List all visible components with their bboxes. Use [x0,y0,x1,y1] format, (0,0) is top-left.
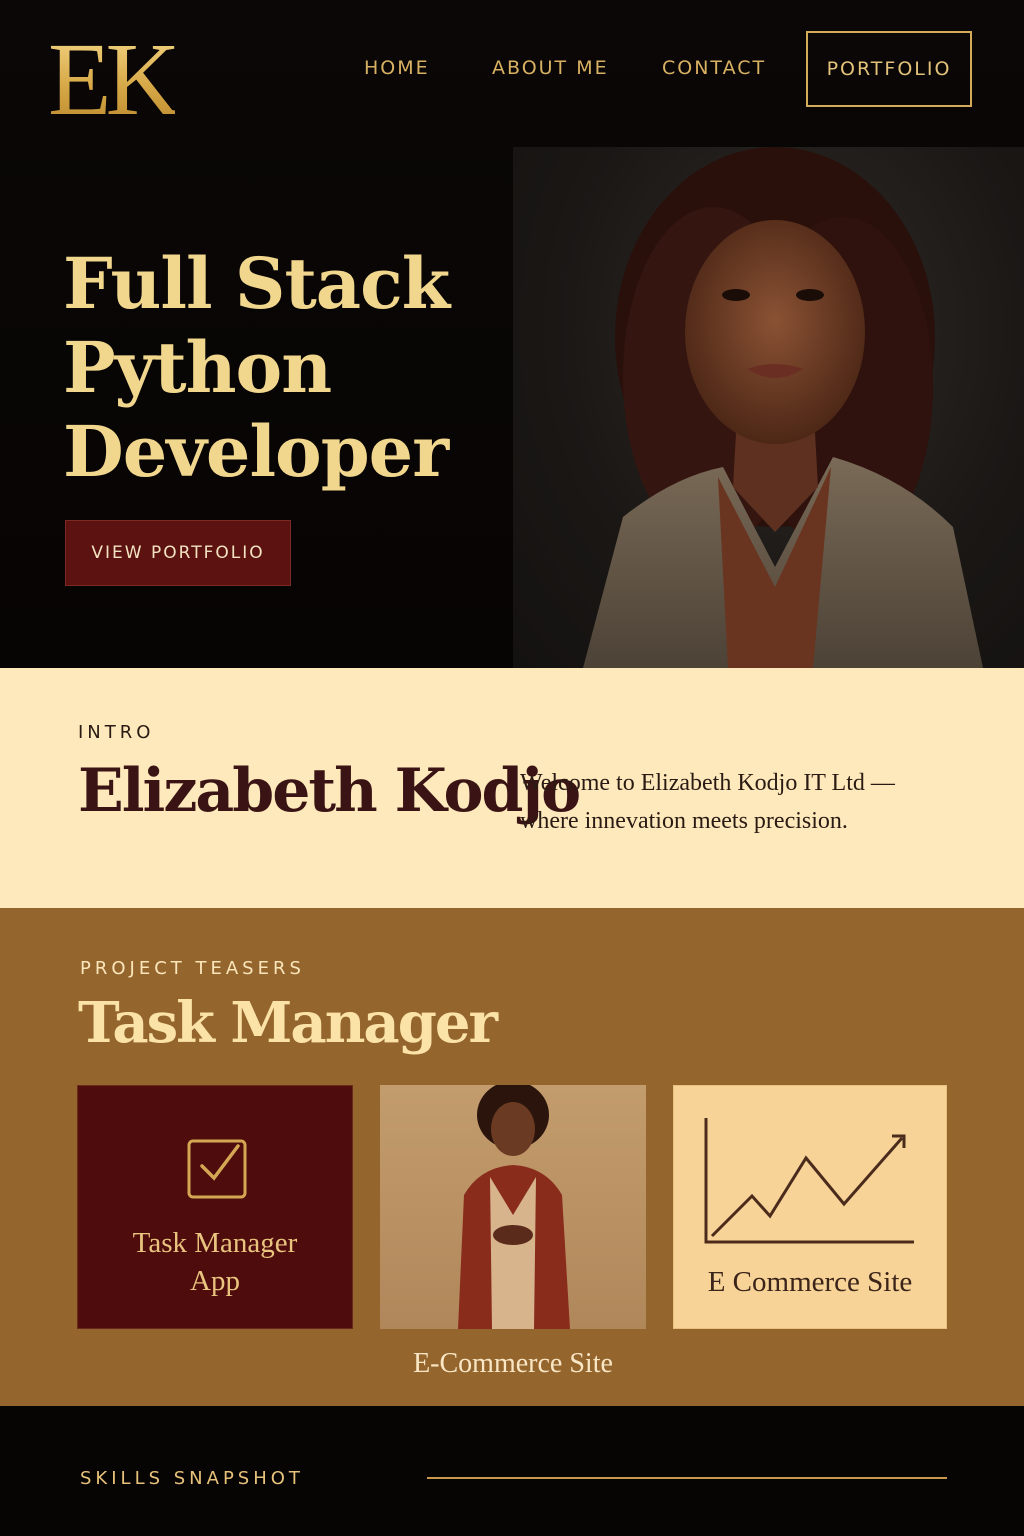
projects-section: PROJECT TEASERS Task Manager Task Manage… [0,908,1024,1406]
hero-title-line: Developer [63,410,449,493]
intro-eyebrow: INTRO [78,722,155,743]
nav-portfolio-button[interactable]: PORTFOLIO [806,31,972,107]
view-portfolio-button[interactable]: VIEW PORTFOLIO [65,520,291,586]
intro-name: Elizabeth Kodjo [78,756,581,826]
project-card-label: Task Manager App [78,1224,352,1300]
skills-divider [427,1477,947,1479]
project-card-caption: E-Commerce Site [413,1348,613,1379]
line-chart-icon [704,1118,914,1244]
hero-title: Full Stack Python Developer [63,242,503,494]
project-card-label: E Commerce Site [707,1266,913,1298]
portrait-illustration [583,147,983,668]
project-card-ecommerce-photo[interactable] [380,1085,646,1329]
nav-about-me[interactable]: ABOUT ME [492,57,609,79]
intro-section: INTRO Elizabeth Kodjo Welcome to Elizabe… [0,668,1024,908]
checkbox-icon [187,1139,247,1199]
intro-text: Welcome to Elizabeth Kodjo IT Ltd — wher… [520,770,895,834]
hero-section: EK HOME ABOUT ME CONTACT PORTFOLIO Full … [0,0,1024,668]
hero-title-line: Python [63,326,332,409]
project-card-task-manager[interactable]: Task Manager App [77,1085,353,1329]
nav-home[interactable]: HOME [364,57,430,79]
project-card-label-line: Task Manager [132,1227,298,1259]
projects-eyebrow: PROJECT TEASERS [80,958,305,979]
skills-eyebrow: SKILLS SNAPSHOT [80,1468,304,1489]
skills-section: SKILLS SNAPSHOT [0,1406,1024,1536]
nav-contact[interactable]: CONTACT [662,57,766,79]
project-card-ecommerce-chart[interactable]: E Commerce Site [673,1085,947,1329]
hero-portrait-photo [513,147,1024,668]
project-card-label-line: App [190,1265,240,1297]
projects-title: Task Manager [78,990,498,1056]
woman-in-red-blazer-photo [458,1085,570,1329]
main-nav: HOME ABOUT ME CONTACT PORTFOLIO [0,31,1024,107]
hero-title-line: Full Stack [63,242,450,325]
